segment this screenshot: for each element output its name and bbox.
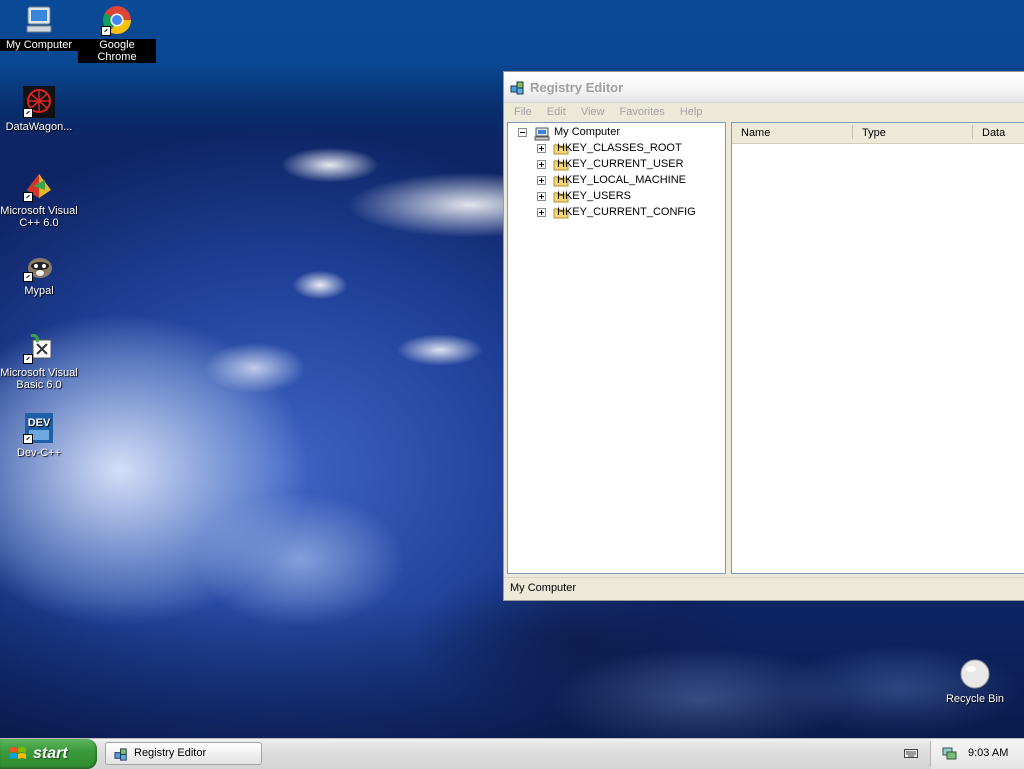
desktop-icon-visual-cpp[interactable]: Microsoft Visual C++ 6.0 [0, 170, 78, 229]
windows-logo-icon [9, 746, 27, 762]
shortcut-arrow-icon [23, 108, 33, 118]
tree-node-hkey-users[interactable]: HKEY_USERS [537, 189, 722, 205]
desktop-icon-google-chrome[interactable]: Google Chrome [78, 4, 156, 63]
column-header-name[interactable]: Name [741, 127, 770, 139]
taskbar-button-registry-editor[interactable]: Registry Editor [105, 742, 262, 765]
registry-tree[interactable]: My Computer HKEY_CLASSES_ROOT HKEY_CURRE… [507, 122, 726, 574]
expand-icon[interactable] [537, 144, 546, 153]
shortcut-arrow-icon [23, 272, 33, 282]
tree-node-hkey-classes-root[interactable]: HKEY_CLASSES_ROOT [537, 141, 722, 157]
computer-icon [534, 127, 550, 141]
svg-text:DEV: DEV [28, 417, 51, 429]
desktop-icon-label: Microsoft Visual Basic 6.0 [0, 367, 78, 391]
expand-icon[interactable] [537, 192, 546, 201]
menu-bar: File Edit View Favorites Help [504, 103, 1024, 123]
title-bar[interactable]: Registry Editor [504, 72, 1024, 103]
desktop-icon-visual-basic[interactable]: Microsoft Visual Basic 6.0 [0, 332, 78, 391]
desktop-icon-label: Microsoft Visual C++ 6.0 [0, 205, 78, 229]
desktop-icon-label: My Computer [0, 39, 78, 51]
my-computer-icon [23, 4, 55, 36]
registry-editor-window[interactable]: Registry Editor File Edit View Favorites… [503, 71, 1024, 601]
expand-icon[interactable] [537, 160, 546, 169]
datawagon-icon [23, 86, 55, 118]
column-divider[interactable] [972, 125, 973, 139]
menu-favorites[interactable]: Favorites [614, 103, 671, 118]
values-list[interactable]: Name Type Data [731, 122, 1024, 574]
dev-cpp-icon: DEV [23, 412, 55, 444]
desktop-icon-label: DataWagon... [5, 121, 73, 133]
visual-basic-icon [23, 332, 55, 364]
list-header: Name Type Data [732, 123, 1024, 144]
column-divider[interactable] [852, 125, 853, 139]
tree-node-label: HKEY_LOCAL_MACHINE [557, 174, 686, 186]
mypal-icon [23, 250, 55, 282]
visual-cpp-icon [23, 170, 55, 202]
recycle-bin-icon [959, 658, 991, 690]
shortcut-arrow-icon [23, 354, 33, 364]
desktop-icon-my-computer[interactable]: My Computer [0, 4, 78, 51]
shortcut-arrow-icon [23, 434, 33, 444]
desktop-icon-label: Recycle Bin [945, 693, 1005, 705]
desktop-icon-datawagon[interactable]: DataWagon... [0, 86, 78, 133]
expand-icon[interactable] [537, 176, 546, 185]
desktop-icon-mypal[interactable]: Mypal [0, 250, 78, 297]
start-button[interactable]: start [0, 739, 97, 769]
desktop-icon-label: Mypal [24, 285, 54, 297]
desktop-icon-recycle-bin[interactable]: Recycle Bin [936, 658, 1014, 705]
expand-icon[interactable] [537, 208, 546, 217]
desktop-icon-label: Google Chrome [78, 39, 156, 63]
tree-node-label: HKEY_CURRENT_USER [557, 158, 684, 170]
shortcut-arrow-icon [101, 26, 111, 36]
column-header-type[interactable]: Type [862, 127, 886, 139]
status-bar: My Computer [504, 577, 1024, 600]
network-icon[interactable] [941, 745, 958, 762]
tree-node-label: My Computer [554, 126, 621, 138]
menu-edit[interactable]: Edit [541, 103, 572, 118]
shortcut-arrow-icon [23, 192, 33, 202]
menu-file[interactable]: File [508, 103, 538, 118]
tree-node-hkey-current-config[interactable]: HKEY_CURRENT_CONFIG [537, 205, 722, 221]
tree-node-label: HKEY_USERS [557, 190, 631, 202]
window-title: Registry Editor [530, 80, 624, 95]
taskbar: start Registry Editor 9:03 AM [0, 738, 1024, 769]
menu-help[interactable]: Help [674, 103, 709, 118]
collapse-icon[interactable] [518, 128, 527, 137]
clock[interactable]: 9:03 AM [968, 747, 1008, 759]
tree-node-my-computer[interactable]: My Computer [518, 125, 718, 141]
desktop-icon-label: Dev-C++ [16, 447, 62, 459]
tree-node-label: HKEY_CLASSES_ROOT [557, 142, 682, 154]
desktop-icon-dev-cpp[interactable]: DEV Dev-C++ [0, 412, 78, 459]
status-text: My Computer [510, 582, 577, 594]
registry-editor-icon [510, 80, 526, 96]
system-tray: 9:03 AM [931, 739, 1024, 769]
column-header-data[interactable]: Data [982, 127, 1005, 139]
start-label: start [33, 745, 68, 762]
menu-view[interactable]: View [575, 103, 611, 118]
tree-node-hkey-current-user[interactable]: HKEY_CURRENT_USER [537, 157, 722, 173]
tree-node-label: HKEY_CURRENT_CONFIG [557, 206, 696, 218]
tree-node-hkey-local-machine[interactable]: HKEY_LOCAL_MACHINE [537, 173, 722, 189]
editor-panes: My Computer HKEY_CLASSES_ROOT HKEY_CURRE… [507, 122, 1024, 575]
registry-editor-icon [114, 747, 129, 762]
chrome-icon [101, 4, 133, 36]
keyboard-icon[interactable] [904, 747, 918, 759]
taskbar-button-label: Registry Editor [134, 747, 207, 759]
